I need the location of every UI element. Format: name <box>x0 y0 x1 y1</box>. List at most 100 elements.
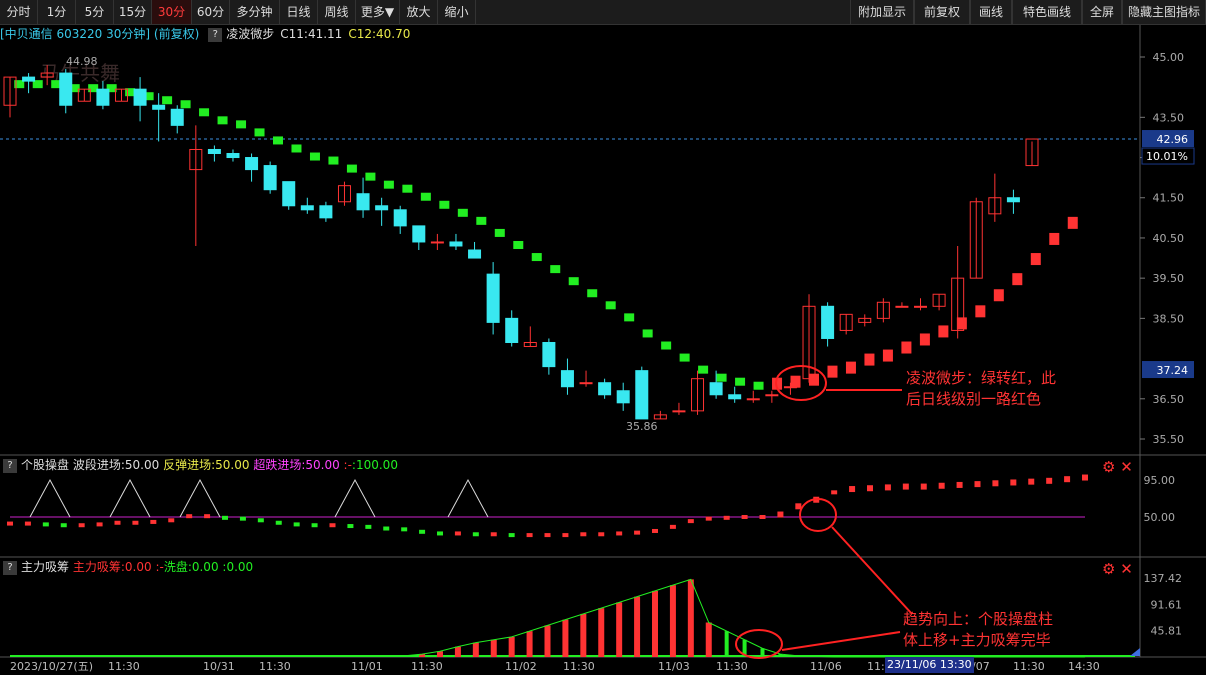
annotation-arrow-panel2 <box>831 526 913 615</box>
candle-body <box>170 108 184 126</box>
x-axis-label: 2023/10/27(五) <box>10 660 93 673</box>
crosshair-date: 23/11/06 13:30 <box>885 657 974 673</box>
lbwb-step <box>383 180 394 189</box>
lbwb-step <box>716 373 727 382</box>
panel2-bar <box>1064 476 1071 483</box>
panel2-bar <box>1010 479 1017 486</box>
panel2-bar <box>1028 478 1035 485</box>
lbwb-step <box>494 228 505 237</box>
x-axis-label: 11:30 <box>563 660 595 673</box>
panel2-signal-triangle <box>109 478 151 518</box>
lbwb-step <box>346 164 357 173</box>
panel3-accumulation-bar <box>580 613 587 657</box>
panel2-bar <box>831 490 838 495</box>
panel3-y-tick-label: 45.81 <box>1151 625 1183 638</box>
lbwb-step <box>309 152 320 161</box>
panel2-bar <box>562 533 569 538</box>
lbwb-step <box>901 341 912 354</box>
panel2-bar <box>777 511 784 518</box>
panel3-washout-bar <box>760 648 765 657</box>
lbwb-step <box>1067 216 1078 229</box>
x-axis-label: 11/01 <box>351 660 383 673</box>
candle-body <box>356 193 370 211</box>
panel3-accumulation-bar <box>652 590 658 657</box>
lbwb-step <box>790 375 801 388</box>
candle-body <box>375 205 389 211</box>
annotation-lbwb: 凌波微步：绿转红，此 后日线级别一路红色 <box>906 368 1056 410</box>
candle-body <box>672 410 686 413</box>
candle-body <box>152 104 166 110</box>
pct-tag-label: 10.01% <box>1146 150 1188 163</box>
panel2-bar <box>454 531 461 536</box>
y-tick-label: 39.50 <box>1153 272 1185 285</box>
candle-body <box>1006 197 1020 203</box>
x-axis-label: 14:30 <box>1068 660 1100 673</box>
panel2-bar <box>669 524 676 529</box>
panel2-bar <box>96 522 103 527</box>
x-axis-label: 11/02 <box>505 660 537 673</box>
panel2-bar <box>705 516 712 521</box>
panel2-bar <box>365 524 372 529</box>
lbwb-step <box>273 136 283 145</box>
panel2-bar <box>150 519 157 524</box>
panel2-bar <box>275 520 282 525</box>
panel2-bar <box>580 532 587 537</box>
lbwb-step <box>753 381 764 390</box>
lbwb-step <box>642 329 653 338</box>
panel2-bar <box>78 523 85 528</box>
panel2-bar <box>1046 477 1053 484</box>
candle-body <box>319 205 333 219</box>
candle-body <box>393 209 407 227</box>
x-axis-label: 11/06 <box>810 660 842 673</box>
candle-body <box>245 157 259 171</box>
panel2-bar <box>634 530 641 535</box>
lbwb-step <box>365 172 376 181</box>
panel2-bar <box>992 480 999 487</box>
lbwb-step <box>882 349 893 362</box>
x-axis-label: 11: <box>867 660 885 673</box>
panel2-bar <box>616 531 623 536</box>
lbwb-step <box>827 365 838 378</box>
panel2-bar <box>938 482 945 489</box>
scroll-corner-icon <box>1130 648 1140 656</box>
panel2-bar <box>7 521 13 526</box>
annotation-trend-line1: 趋势向上：个股操盘柱 <box>903 610 1054 628</box>
panel2-bar <box>239 516 246 521</box>
lbwb-step <box>531 253 542 262</box>
lbwb-step <box>845 361 856 374</box>
panel2-bar <box>508 533 515 538</box>
lbwb-step <box>328 156 339 165</box>
lbwb-step <box>254 128 265 137</box>
candle-body <box>542 341 556 368</box>
panel3-accumulation-bar <box>598 608 605 657</box>
panel2-bar <box>329 523 336 528</box>
panel2-bar <box>723 515 730 520</box>
panel2-bar <box>311 523 318 528</box>
candle-body <box>263 165 277 191</box>
panel2-signal-triangle <box>29 478 71 518</box>
panel2-bar <box>437 531 443 536</box>
chart-canvas[interactable]: 45.0043.5042.5041.5040.5039.5038.5036.50… <box>0 0 1206 675</box>
candle-body <box>468 249 482 259</box>
panel3-accumulation-bar <box>562 619 569 657</box>
high-mark-label: 44.98 <box>66 55 98 68</box>
lbwb-step <box>919 333 930 346</box>
candle-body <box>914 305 928 308</box>
lbwb-step <box>975 305 986 318</box>
candle-body <box>783 386 797 389</box>
panel2-y-tick-label: 95.00 <box>1144 474 1176 487</box>
candle-body <box>96 88 110 106</box>
lbwb-step <box>568 277 579 286</box>
lbwb-step <box>1012 273 1023 286</box>
panel2-bar <box>257 518 264 523</box>
candle-body <box>486 273 500 323</box>
panel2-bar <box>687 519 694 524</box>
annotation-lbwb-line2: 后日线级别一路红色 <box>906 390 1042 408</box>
y-tick-label: 43.50 <box>1153 111 1185 124</box>
candle-body <box>746 398 760 401</box>
panel2-bar <box>419 529 426 534</box>
panel3-washout-bar <box>724 631 729 657</box>
candle-body <box>579 382 593 385</box>
annotation-trend: 趋势向上：个股操盘柱 体上移+主力吸筹完毕 <box>903 609 1053 651</box>
panel2-bar <box>168 518 175 523</box>
